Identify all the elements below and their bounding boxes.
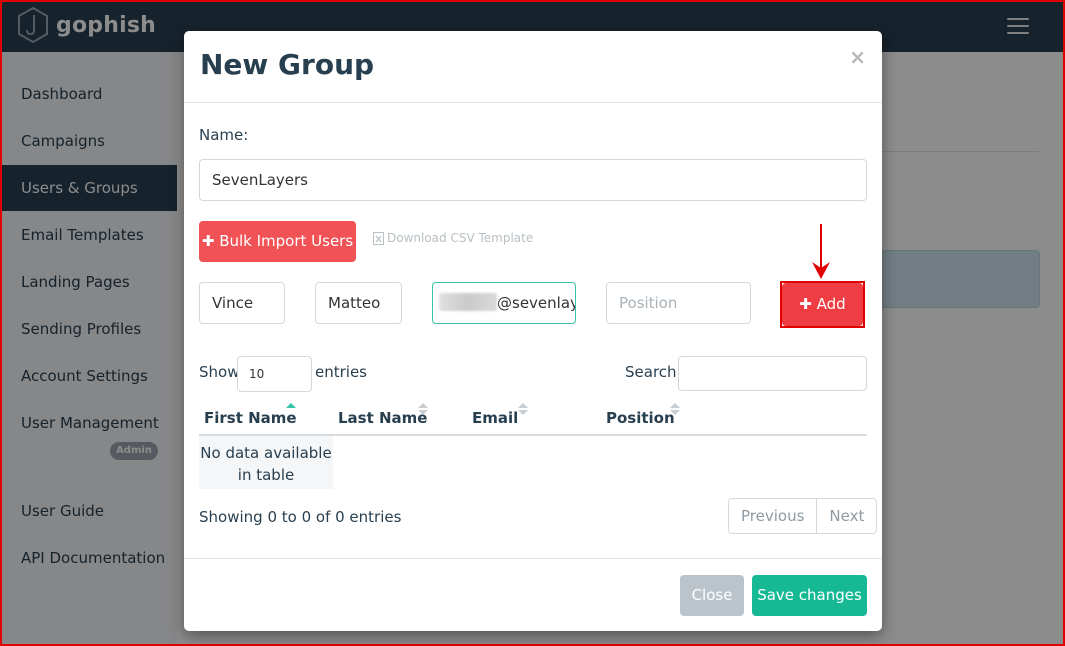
save-changes-button[interactable]: Save changes: [752, 575, 867, 616]
search-input[interactable]: [678, 356, 867, 391]
empty-message-line2: in table: [237, 466, 295, 484]
entries-label: entries: [315, 363, 367, 381]
group-name-value: SevenLayers: [212, 171, 308, 189]
download-csv-template-link[interactable]: Download CSV Template: [373, 231, 533, 245]
plus-icon: ✚: [201, 232, 215, 250]
search-label: Search:: [625, 363, 682, 381]
table-info: Showing 0 to 0 of 0 entries: [199, 508, 402, 526]
pagination: Previous Next: [728, 498, 878, 534]
modal-header: New Group ×: [184, 31, 882, 103]
position-placeholder: Position: [619, 294, 678, 312]
highlight-box: [780, 281, 865, 328]
column-email[interactable]: Email: [472, 409, 518, 427]
email-value: @sevenlay: [497, 294, 576, 312]
next-button[interactable]: Next: [816, 499, 876, 533]
email-input[interactable]: @sevenlay: [432, 282, 576, 324]
bulk-import-users-button[interactable]: ✚ Bulk Import Users: [199, 221, 356, 262]
modal-footer-divider: [184, 558, 882, 559]
last-name-value: Matteo: [328, 294, 381, 312]
previous-button[interactable]: Previous: [729, 499, 816, 533]
column-first-name[interactable]: First Name: [204, 409, 297, 427]
sort-both-icon: [418, 403, 428, 415]
first-name-value: Vince: [212, 294, 254, 312]
csv-template-label: Download CSV Template: [387, 231, 534, 245]
empty-message-line1: No data available: [200, 444, 332, 462]
close-button[interactable]: Close: [680, 575, 744, 616]
bulk-import-label: Bulk Import Users: [219, 232, 354, 250]
close-icon[interactable]: ×: [849, 45, 866, 69]
column-position[interactable]: Position: [606, 409, 675, 427]
first-name-input[interactable]: Vince: [199, 282, 285, 324]
redacted-email: [439, 293, 497, 311]
column-last-name[interactable]: Last Name: [338, 409, 427, 427]
group-name-input[interactable]: SevenLayers: [199, 159, 867, 201]
sort-asc-icon: [286, 403, 296, 408]
name-label: Name:: [199, 126, 249, 144]
show-label: Show: [199, 363, 240, 381]
file-excel-icon: [373, 231, 384, 245]
modal-title: New Group: [200, 48, 375, 81]
last-name-input[interactable]: Matteo: [315, 282, 402, 324]
new-group-modal: New Group × Name: SevenLayers ✚ Bulk Imp…: [184, 31, 882, 631]
sort-both-icon: [518, 403, 528, 415]
sort-both-icon: [670, 403, 680, 415]
position-input[interactable]: Position: [606, 282, 751, 324]
annotation-arrow-icon: [812, 224, 830, 279]
entries-value: 10: [249, 367, 265, 381]
entries-select[interactable]: 10: [237, 356, 312, 392]
table-empty-message: No data available in table: [199, 436, 333, 489]
